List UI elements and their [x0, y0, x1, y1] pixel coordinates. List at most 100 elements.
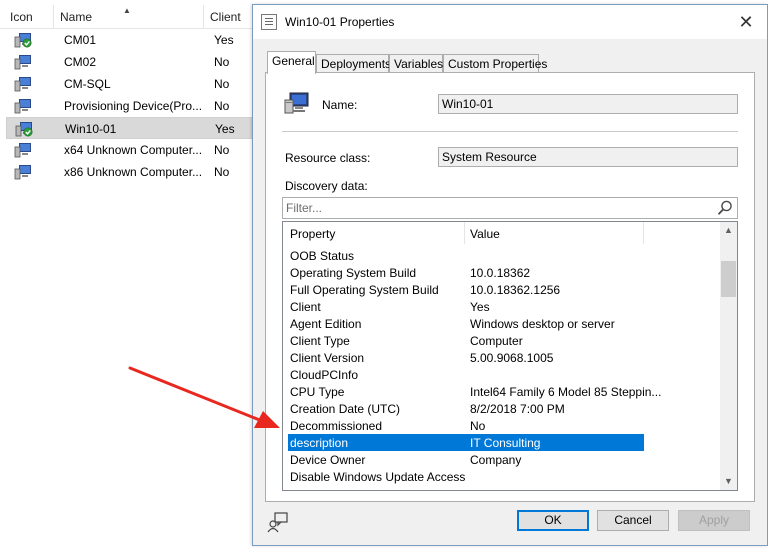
property-value: Intel64 Family 6 Model 85 Steppin... [470, 385, 662, 399]
device-row[interactable]: Provisioning Device(Pro... No [6, 95, 252, 117]
computer-icon [14, 165, 31, 180]
device-client-status: No [214, 143, 230, 157]
column-header-name[interactable]: Name [60, 10, 92, 24]
name-label: Name: [322, 98, 358, 112]
computer-icon [14, 143, 31, 158]
grid-row[interactable]: Operating System Build 10.0.18362 [288, 264, 644, 281]
properties-dialog: Win10-01 Properties ✕ General Deployment… [252, 4, 768, 546]
property-name: Full Operating System Build [290, 283, 439, 297]
property-name: Disable Windows Update Access [290, 470, 466, 484]
property-value: Company [470, 453, 522, 467]
device-name: CM01 [64, 33, 97, 47]
scroll-up-icon[interactable]: ▲ [720, 222, 737, 239]
grid-row[interactable]: Decommissioned No [288, 417, 644, 434]
computer-icon [14, 77, 31, 92]
property-name: Client [290, 300, 321, 314]
list-header: Icon ▲ Name Client [0, 5, 252, 29]
resource-class-label: Resource class: [285, 151, 371, 165]
property-value: No [470, 419, 486, 433]
device-client-status: No [214, 165, 230, 179]
grid-row[interactable]: Agent Edition Windows desktop or server [288, 315, 644, 332]
properties-window-icon [261, 14, 277, 30]
device-list: Icon ▲ Name Client CM01 Yes CM02 No CM-SQL No… [0, 0, 252, 550]
scroll-thumb[interactable] [721, 261, 736, 297]
computer-icon [284, 92, 309, 114]
grid-row[interactable]: Full Operating System Build 10.0.18362.12… [288, 281, 644, 298]
grid-row[interactable]: OOB Status [288, 247, 644, 264]
sort-ascending-icon: ▲ [123, 6, 131, 15]
device-name: Provisioning Device(Pro... [64, 99, 203, 113]
device-row[interactable]: x64 Unknown Computer... No [6, 139, 252, 161]
property-value: Computer [470, 334, 523, 348]
property-name: Client Type [290, 334, 350, 348]
device-name: CM-SQL [64, 77, 111, 91]
device-name: Win10-01 [65, 122, 117, 136]
search-icon[interactable] [716, 199, 734, 217]
device-row[interactable]: CM-SQL No [6, 73, 252, 95]
grid-row[interactable]: Client Version 5.00.9068.1005 [288, 349, 644, 366]
tab-custom-properties[interactable]: Custom Properties [443, 54, 547, 73]
filter-input[interactable] [286, 200, 706, 216]
property-name: CloudPCInfo [290, 368, 359, 382]
general-tab-panel: Name: Win10-01 Resource class: System Re… [265, 72, 755, 502]
column-header-value[interactable]: Value [470, 227, 500, 241]
column-header-property[interactable]: Property [290, 227, 335, 241]
device-client-status: No [214, 99, 230, 113]
device-client-status: Yes [215, 122, 235, 136]
device-row[interactable]: CM01 Yes [6, 29, 252, 51]
resource-class-field[interactable]: System Resource [438, 147, 738, 167]
property-name: CPU Type [290, 385, 345, 399]
separator [282, 131, 738, 132]
name-field[interactable]: Win10-01 [438, 94, 738, 114]
computer-check-icon [15, 122, 33, 137]
property-value: Yes [470, 300, 490, 314]
ok-button[interactable]: OK [517, 510, 589, 531]
feedback-icon[interactable] [267, 511, 289, 533]
property-value: Windows desktop or server [470, 317, 615, 331]
property-name: Operating System Build [290, 266, 417, 280]
tab-deployments[interactable]: Deployments [316, 54, 391, 73]
cancel-button[interactable]: Cancel [597, 510, 669, 531]
device-row[interactable]: x86 Unknown Computer... No [6, 161, 252, 183]
device-client-status: No [214, 77, 230, 91]
apply-button[interactable]: Apply [678, 510, 750, 531]
scroll-down-icon[interactable]: ▼ [720, 473, 737, 490]
filter-box [282, 197, 738, 219]
device-row[interactable]: Win10-01 Yes [6, 117, 252, 139]
tab-general[interactable]: General [267, 51, 316, 74]
property-value: 10.0.18362.1256 [470, 283, 561, 297]
discovery-data-grid: Property Value OOB Status Operating Syste… [282, 221, 738, 491]
grid-row[interactable]: Device Owner Company [288, 451, 644, 468]
discovery-data-label: Discovery data: [285, 179, 368, 193]
tab-variables[interactable]: Variables [389, 54, 443, 73]
grid-row[interactable]: Client Type Computer [288, 332, 644, 349]
property-name: Client Version [290, 351, 365, 365]
property-name: OOB Status [290, 249, 355, 263]
computer-icon [14, 99, 31, 114]
computer-icon [14, 55, 31, 70]
device-name: x64 Unknown Computer... [64, 143, 203, 157]
grid-header: Property Value [283, 222, 721, 244]
grid-row[interactable]: Client Yes [288, 298, 644, 315]
property-value: IT Consulting [470, 436, 541, 450]
device-row[interactable]: CM02 No [6, 51, 252, 73]
property-name: description [290, 436, 349, 450]
grid-row[interactable]: CloudPCInfo [288, 366, 644, 383]
vertical-scrollbar[interactable]: ▲ ▼ [720, 222, 737, 490]
grid-row[interactable]: Disable Windows Update Access [288, 468, 644, 485]
column-header-client[interactable]: Client [210, 10, 241, 24]
dialog-titlebar[interactable]: Win10-01 Properties ✕ [253, 5, 767, 39]
device-client-status: No [214, 55, 230, 69]
grid-row[interactable]: CPU Type Intel64 Family 6 Model 85 Steppi… [288, 383, 661, 400]
property-value: 10.0.18362 [470, 266, 531, 280]
device-name: CM02 [64, 55, 97, 69]
grid-row[interactable]: description IT Consulting [288, 434, 644, 451]
close-button[interactable]: ✕ [735, 11, 757, 33]
column-header-icon[interactable]: Icon [10, 10, 33, 24]
property-name: Agent Edition [290, 317, 362, 331]
property-name: Creation Date (UTC) [290, 402, 401, 416]
property-value: 5.00.9068.1005 [470, 351, 554, 365]
computer-check-icon [14, 33, 32, 48]
property-name: Device Owner [290, 453, 366, 467]
grid-row[interactable]: Creation Date (UTC) 8/2/2018 7:00 PM [288, 400, 644, 417]
